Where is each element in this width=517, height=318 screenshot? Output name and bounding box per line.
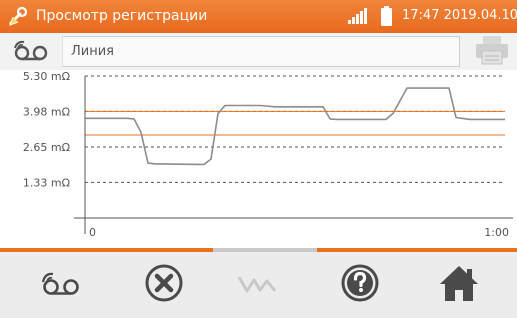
home-icon — [438, 263, 480, 307]
tape-recording-icon — [12, 39, 52, 65]
close-button[interactable] — [112, 252, 215, 318]
recordings-button[interactable] — [10, 252, 113, 318]
toolbar: Линия — [0, 33, 517, 70]
y-tick-label: 2.65 mΩ — [23, 141, 70, 154]
chart-area: 5.30 mΩ 3.98 mΩ 2.65 mΩ 1.33 mΩ 0 1:00 — [0, 70, 517, 248]
datetime: 17:47 2019.04.10 — [402, 8, 517, 23]
status-bar: Просмотр регистрации 17:47 2019.04.10 — [0, 0, 517, 33]
x-tick-label: 0 — [89, 226, 96, 239]
waveform-icon — [237, 271, 277, 299]
printer-icon — [475, 35, 509, 69]
x-tick-label: 1:00 — [484, 226, 509, 239]
y-tick-label: 1.33 mΩ — [23, 176, 70, 189]
recording-name-field[interactable]: Линия — [62, 36, 460, 67]
signal-icon — [348, 8, 368, 24]
waveform-button[interactable] — [205, 252, 308, 318]
recording-button[interactable] — [3, 36, 61, 67]
y-tick-label: 5.30 mΩ — [23, 70, 70, 83]
resistance-chart: 5.30 mΩ 3.98 mΩ 2.65 mΩ 1.33 mΩ 0 1:00 — [23, 70, 513, 239]
help-button[interactable] — [308, 252, 411, 318]
print-button[interactable] — [470, 35, 514, 68]
tape-recording-icon — [40, 270, 84, 300]
bottom-bar — [0, 252, 517, 318]
battery-icon — [381, 6, 392, 26]
y-tick-label: 3.98 mΩ — [23, 105, 70, 118]
series-line — [85, 87, 505, 166]
help-icon — [340, 263, 380, 307]
close-circle-icon — [144, 263, 184, 307]
page-title: Просмотр регистрации — [36, 8, 208, 24]
home-button[interactable] — [407, 252, 510, 318]
wrench-probe-icon — [8, 5, 30, 27]
